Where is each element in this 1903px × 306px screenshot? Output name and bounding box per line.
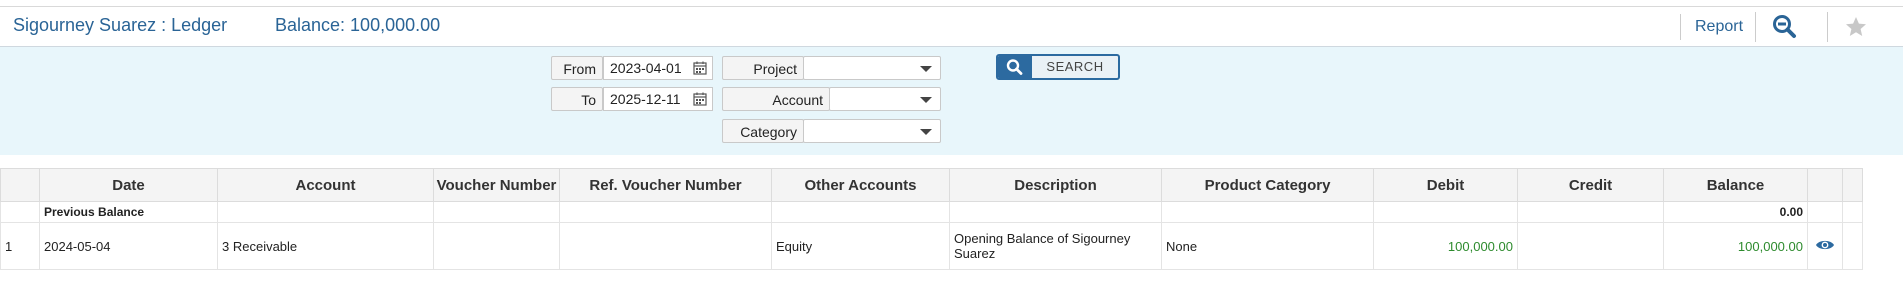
row-voucher	[433, 222, 560, 270]
favorite-button[interactable]	[1827, 12, 1878, 42]
column-header-index	[0, 168, 40, 202]
previous-balance-value: 0.00	[1663, 201, 1808, 223]
row-description: Opening Balance of Sigourney Suarez	[949, 222, 1162, 270]
row-debit: 100,000.00	[1373, 222, 1518, 270]
ledger-table-container: Date Account Voucher Number Ref. Voucher…	[0, 168, 1903, 270]
table-cell	[1842, 222, 1863, 270]
chevron-down-icon	[920, 66, 932, 72]
table-cell	[559, 201, 772, 223]
table-cell	[771, 201, 950, 223]
project-select[interactable]	[803, 56, 941, 80]
report-button[interactable]: Report	[1680, 14, 1743, 40]
column-header-balance[interactable]: Balance	[1663, 168, 1808, 202]
table-cell	[1517, 201, 1664, 223]
row-account: 3 Receivable	[217, 222, 434, 270]
page-title: Sigourney Suarez : Ledger	[13, 15, 228, 35]
filter-panel: From 2023-04-01 To 2025-12-11 Project Ac…	[0, 47, 1903, 155]
category-select[interactable]	[803, 119, 941, 143]
column-header-product-category[interactable]: Product Category	[1161, 168, 1374, 202]
calendar-icon[interactable]	[693, 61, 707, 75]
table-cell	[949, 201, 1162, 223]
to-date-value: 2025-12-11	[610, 91, 681, 107]
table-row[interactable]: 1 2024-05-04 3 Receivable Equity Opening…	[0, 222, 1863, 270]
search-icon	[1006, 59, 1023, 75]
row-credit	[1517, 222, 1664, 270]
column-header-account[interactable]: Account	[217, 168, 434, 202]
from-date-field[interactable]: 2023-04-01	[603, 56, 713, 80]
column-header-other-accounts[interactable]: Other Accounts	[771, 168, 950, 202]
row-index: 1	[0, 222, 40, 270]
table-cell	[1161, 201, 1374, 223]
row-balance: 100,000.00	[1663, 222, 1808, 270]
row-date: 2024-05-04	[39, 222, 218, 270]
search-button[interactable]: SEARCH	[996, 54, 1120, 80]
to-label: To	[551, 87, 603, 111]
table-cell	[1842, 201, 1863, 223]
search-button-label: SEARCH	[1046, 59, 1104, 74]
column-header-description[interactable]: Description	[949, 168, 1162, 202]
category-label: Category	[722, 119, 804, 143]
zoom-out-icon	[1773, 15, 1796, 38]
column-header-actions	[1807, 168, 1843, 202]
table-cell	[433, 201, 560, 223]
from-date-value: 2023-04-01	[610, 60, 682, 76]
table-cell	[1807, 201, 1843, 223]
table-cell	[217, 201, 434, 223]
row-other-accounts: Equity	[771, 222, 950, 270]
eye-icon[interactable]	[1815, 238, 1835, 252]
chevron-down-icon	[920, 129, 932, 135]
column-header-date[interactable]: Date	[39, 168, 218, 202]
table-cell	[0, 201, 40, 223]
zoom-out-button[interactable]	[1755, 12, 1816, 42]
ledger-table: Date Account Voucher Number Ref. Voucher…	[0, 168, 1863, 270]
chevron-down-icon	[920, 97, 932, 103]
previous-balance-label: Previous Balance	[39, 201, 218, 223]
previous-balance-row: Previous Balance 0.00	[0, 201, 1863, 223]
page-header: Sigourney Suarez : Ledger Balance: 100,0…	[0, 7, 1903, 47]
star-icon	[1846, 17, 1866, 36]
column-header-spacer	[1842, 168, 1863, 202]
column-header-debit[interactable]: Debit	[1373, 168, 1518, 202]
from-label: From	[551, 56, 603, 80]
column-header-credit[interactable]: Credit	[1517, 168, 1664, 202]
balance-summary: Balance: 100,000.00	[275, 15, 441, 35]
project-label: Project	[722, 56, 804, 80]
table-cell	[1373, 201, 1518, 223]
column-header-ref-voucher[interactable]: Ref. Voucher Number	[559, 168, 772, 202]
to-date-field[interactable]: 2025-12-11	[603, 87, 713, 111]
account-select[interactable]	[829, 87, 941, 111]
column-header-voucher[interactable]: Voucher Number	[433, 168, 560, 202]
search-icon-box	[998, 56, 1032, 78]
row-ref-voucher	[559, 222, 772, 270]
table-header-row: Date Account Voucher Number Ref. Voucher…	[0, 168, 1863, 202]
row-product-category: None	[1161, 222, 1374, 270]
account-label: Account	[722, 87, 830, 111]
row-view-cell	[1807, 222, 1843, 270]
calendar-icon[interactable]	[693, 92, 707, 106]
